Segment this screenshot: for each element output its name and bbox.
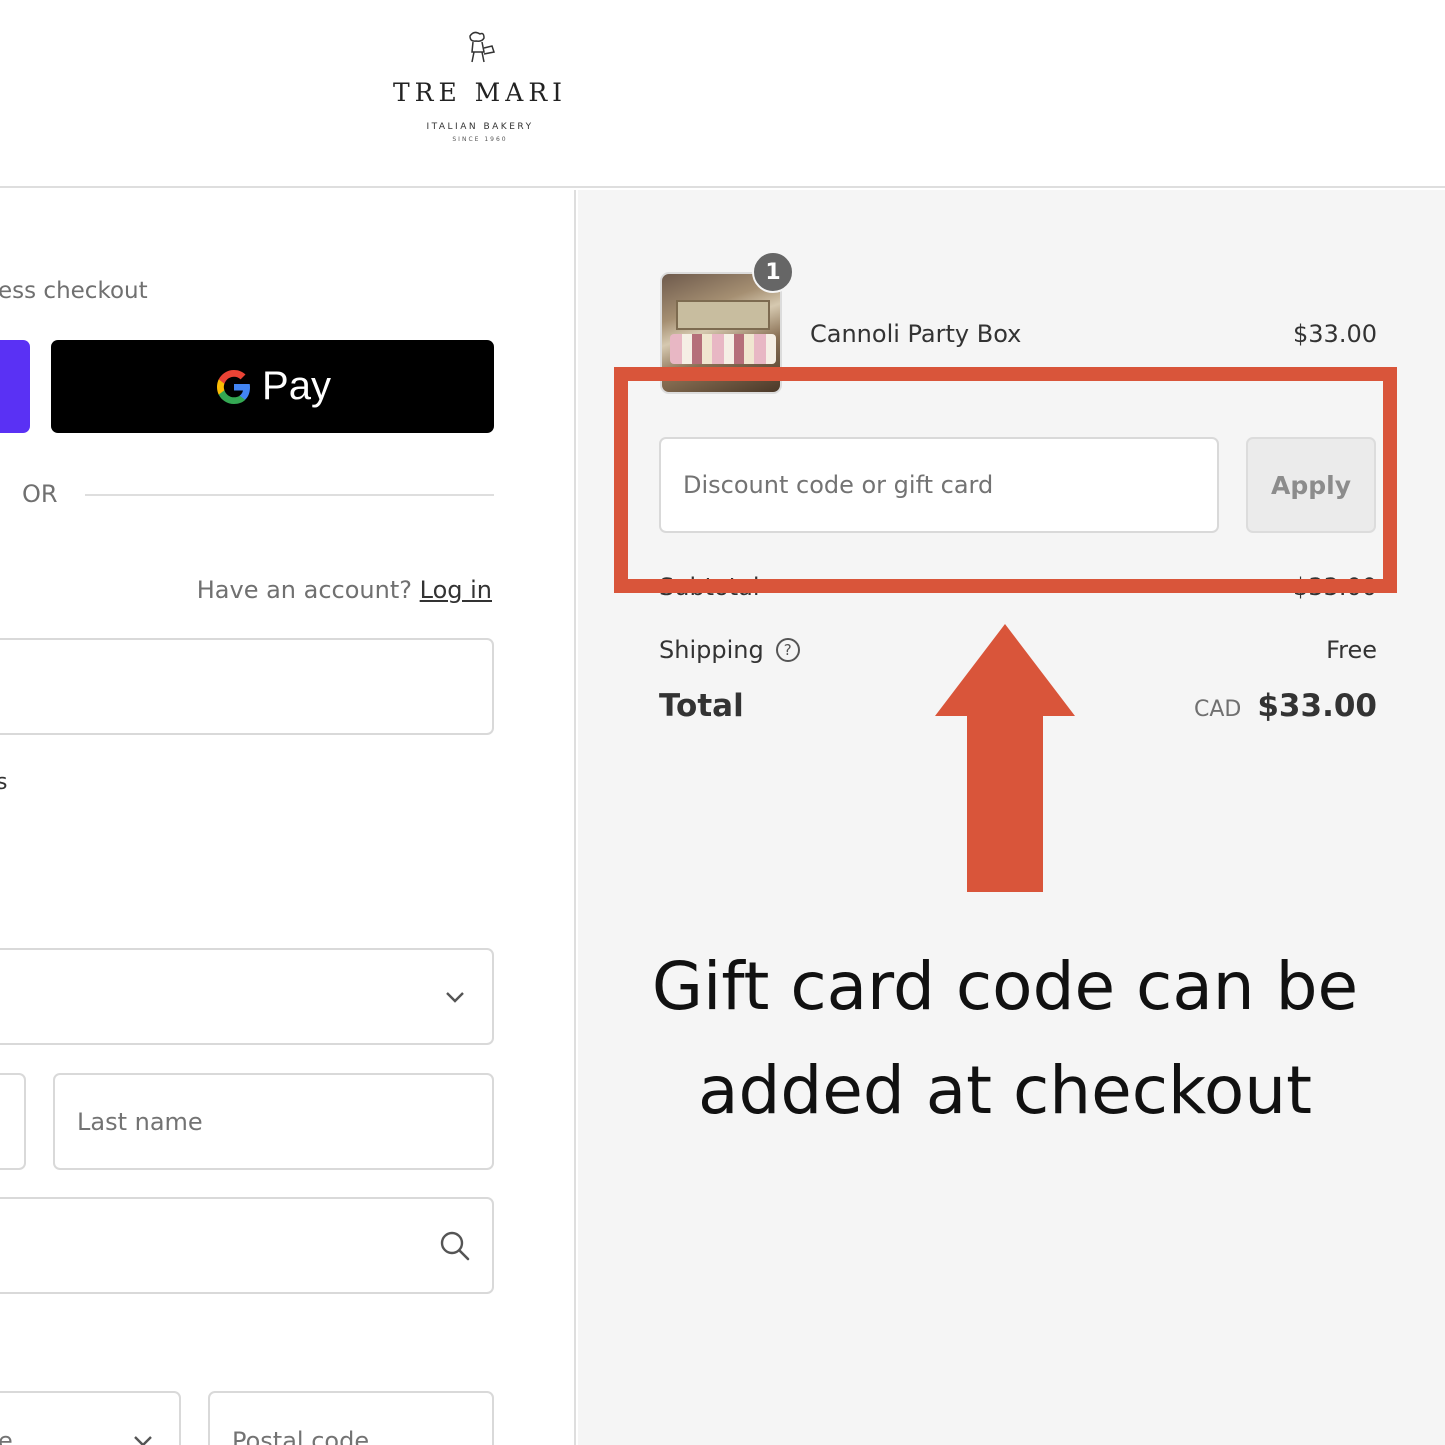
tre-mari-logo[interactable]: TRE MARI ITALIAN BAKERY SINCE 1960 <box>380 30 580 150</box>
postal-code-placeholder: Postal code <box>232 1427 370 1445</box>
baker-icon <box>469 31 495 63</box>
last-name-placeholder: Last name <box>77 1107 203 1136</box>
chevron-down-icon <box>134 1436 152 1445</box>
total-currency: CAD <box>1194 697 1242 722</box>
address-field[interactable] <box>0 1197 494 1294</box>
logo-wordmark: TRE MARI <box>392 78 568 107</box>
shop-pay-button[interactable] <box>0 340 30 433</box>
logo-tagline: ITALIAN BAKERY <box>426 122 534 132</box>
or-divider: OR <box>0 480 494 510</box>
arrow-up-icon <box>935 624 1075 892</box>
first-name-field[interactable] <box>0 1073 26 1170</box>
country-select[interactable] <box>0 948 494 1045</box>
province-select[interactable]: e <box>0 1391 181 1445</box>
chevron-down-icon <box>446 991 464 1003</box>
shipping-label-text: Shipping <box>659 636 764 664</box>
email-field[interactable] <box>0 638 494 735</box>
discount-highlight-box <box>614 367 1397 593</box>
gpay-label: Pay <box>262 364 331 408</box>
province-partial-label: e <box>0 1427 13 1445</box>
total-value: CAD $33.00 <box>1194 688 1377 724</box>
total-label: Total <box>659 688 744 724</box>
total-amount: $33.00 <box>1257 688 1377 724</box>
divider-line <box>85 494 494 496</box>
logo-since: SINCE 1960 <box>452 136 508 143</box>
express-checkout-label: ess checkout <box>0 278 148 304</box>
google-g-icon <box>217 369 251 404</box>
help-icon[interactable]: ? <box>775 638 800 662</box>
or-text: OR <box>22 480 58 508</box>
login-link[interactable]: Log in <box>420 576 492 604</box>
quantity-badge: 1 <box>752 251 794 293</box>
account-prompt-text: Have an account? <box>196 576 412 604</box>
google-pay-button[interactable]: Pay <box>51 340 494 433</box>
checkout-form-column: ess checkout Pay OR Have an account? Log… <box>0 190 576 1445</box>
product-cannoli <box>670 334 776 364</box>
product-price: $33.00 <box>1293 320 1377 348</box>
annotation-caption: Gift card code can be added at checkout <box>651 948 1359 1129</box>
shipping-value: Free <box>1326 636 1377 664</box>
marketing-option-text: s <box>0 770 8 795</box>
shipping-label: Shipping ? <box>659 636 800 664</box>
postal-code-field[interactable]: Postal code <box>208 1391 494 1445</box>
last-name-field[interactable]: Last name <box>53 1073 494 1170</box>
product-box-lid <box>676 300 770 330</box>
checkout-header: TRE MARI ITALIAN BAKERY SINCE 1960 <box>0 0 1445 188</box>
product-name: Cannoli Party Box <box>810 320 1022 348</box>
search-icon <box>440 1231 470 1260</box>
account-prompt: Have an account? Log in <box>197 576 492 604</box>
